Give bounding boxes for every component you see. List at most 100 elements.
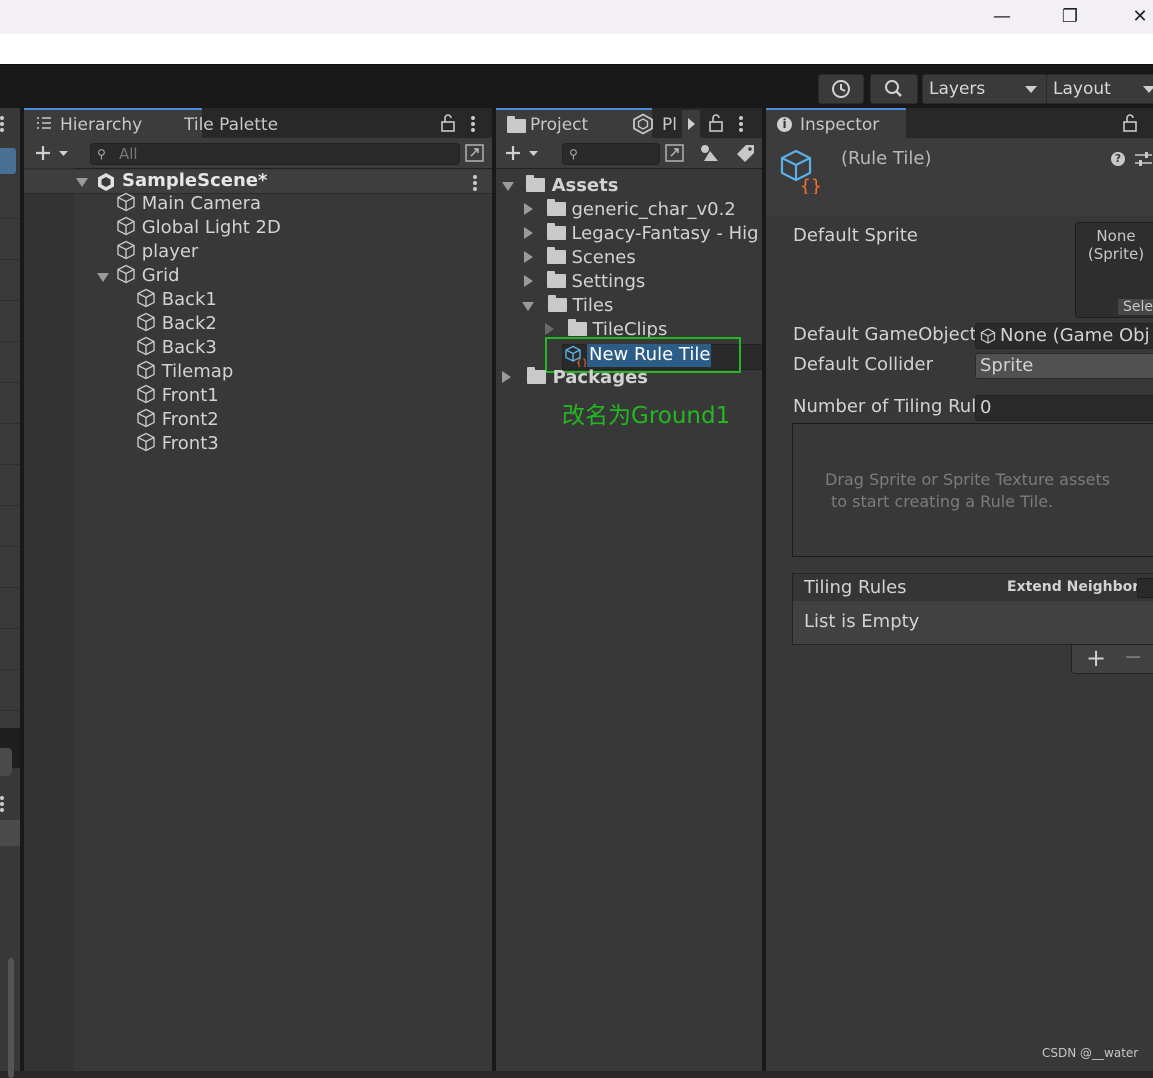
more-icon[interactable] [0,796,4,814]
more-icon[interactable] [739,116,743,134]
main-toolbar: Layers Layout [0,64,1153,109]
tab-tile-palette[interactable]: Tile Palette [184,110,314,138]
default-gameobject-field[interactable]: None (Game Obj [975,323,1153,349]
hierarchy-item-front1[interactable]: Front1 [136,384,219,408]
search-icon: ⚲ [569,147,578,161]
restore-icon[interactable]: ❐ [1052,4,1088,30]
minimize-icon[interactable]: — [984,4,1020,30]
help-icon[interactable]: ? [1111,152,1125,166]
remove-item-button[interactable]: − [1124,645,1142,671]
expand-search-icon[interactable] [465,144,485,162]
tiling-rules-label: Tiling Rules [804,577,907,598]
project-item-legacy-fantasy[interactable]: Legacy-Fantasy - Hig [524,222,759,246]
expand-arrow-icon[interactable] [502,371,511,383]
gameobject-cube-icon [137,360,155,380]
layout-dropdown[interactable]: Layout [1046,74,1153,104]
expand-arrow-icon[interactable] [524,251,533,263]
expand-arrow-icon[interactable] [522,302,534,311]
extend-neighbor-checkbox[interactable] [1137,578,1153,598]
panel-divider[interactable] [20,108,24,1071]
hierarchy-item-main-camera[interactable]: Main Camera [116,192,261,216]
expand-search-icon[interactable] [665,144,685,162]
hierarchy-item-label: Front3 [161,433,219,454]
hierarchy-item-tilemap[interactable]: Tilemap [136,360,233,384]
inspector-body: Default Sprite None (Sprite) Sele Defaul… [766,216,1153,1071]
hierarchy-item-back3[interactable]: Back3 [136,336,217,360]
filter-by-type-icon[interactable] [698,143,720,163]
expand-arrow-icon[interactable] [76,178,88,187]
close-icon[interactable]: ✕ [1122,4,1153,30]
gameobject-cube-icon [137,336,155,356]
folder-open-icon [526,175,546,192]
default-sprite-field[interactable]: None (Sprite) Sele [1075,222,1153,318]
expand-arrow-icon[interactable] [524,275,533,287]
expand-arrow-icon[interactable] [524,203,533,215]
annotation-text: 改名为Ground1 [562,403,731,429]
add-icon[interactable] [34,144,70,162]
lock-icon[interactable] [1123,114,1137,132]
more-icon[interactable] [471,116,475,134]
tiling-count-field[interactable]: 0 [975,395,1153,421]
drop-hint-line1: Drag Sprite or Sprite Texture assets [825,470,1111,489]
panel-divider[interactable] [492,108,496,1071]
add-icon[interactable] [504,144,540,162]
gameobject-cube-icon [117,240,135,260]
scene-control[interactable] [0,748,12,776]
sprite-select-button[interactable]: Sele [1118,299,1153,315]
tiling-count-value: 0 [980,397,992,418]
search-icon: ⚲ [97,147,106,161]
watermark: CSDN @__water [1042,1046,1139,1060]
project-item-tiles[interactable]: Tiles [522,294,613,318]
panel-dropdown[interactable] [0,820,20,846]
project-item-scenes[interactable]: Scenes [524,246,636,270]
filter-by-label-icon[interactable] [736,143,756,163]
expand-arrow-icon[interactable] [524,227,533,239]
project-item-assets[interactable]: Assets [502,174,618,198]
default-gameobject-label: Default GameObject [793,324,977,345]
project-item-packages[interactable]: Packages [502,366,648,390]
project-item-label: Settings [571,271,646,292]
more-icon[interactable] [0,116,4,134]
scene-dropdown[interactable] [0,148,16,174]
panel-divider[interactable] [762,108,766,1071]
hierarchy-item-back2[interactable]: Back2 [136,312,217,336]
add-item-button[interactable]: + [1086,645,1106,671]
hierarchy-item-grid[interactable]: Grid [116,264,180,288]
folder-icon [546,223,566,240]
tab-hierarchy-label: Hierarchy [60,115,143,135]
project-item-generic-char[interactable]: generic_char_v0.2 [524,198,736,222]
gameobject-cube-icon [137,384,155,404]
scrollbar-thumb[interactable] [8,958,14,1078]
project-item-settings[interactable]: Settings [524,270,645,294]
history-button[interactable] [818,74,864,104]
lock-icon[interactable] [441,114,455,132]
hierarchy-search-input[interactable]: ⚲ All [90,143,460,165]
default-collider-dropdown[interactable]: Sprite [975,353,1153,379]
sprite-drop-area[interactable]: Drag Sprite or Sprite Texture assets to … [792,423,1153,557]
hierarchy-item-global-light[interactable]: Global Light 2D [116,216,281,240]
hierarchy-item-label: Front2 [161,409,219,430]
layers-dropdown[interactable]: Layers [922,74,1048,104]
scene-header-row[interactable]: SampleScene* [24,170,492,194]
hierarchy-item-back1[interactable]: Back1 [136,288,217,312]
project-search-input[interactable]: ⚲ [562,143,660,165]
hierarchy-panel: Hierarchy Tile Palette ⚲ All SampleScene… [24,108,492,1071]
tab-scroll-button[interactable] [682,110,700,138]
project-item-label: Assets [551,175,619,196]
scene-view-edge [0,108,20,1078]
more-icon[interactable] [473,175,477,193]
lock-icon[interactable] [709,114,723,132]
package-icon [633,113,653,135]
expand-arrow-icon[interactable] [502,182,514,191]
folder-icon [507,116,526,133]
chevron-down-icon [1025,86,1037,93]
expand-arrow-icon[interactable] [545,323,554,335]
hierarchy-item-player[interactable]: player [116,240,198,264]
expand-arrow-icon[interactable] [97,273,109,282]
presets-icon[interactable] [1134,151,1153,167]
search-button[interactable] [870,74,918,104]
hierarchy-item-label: Back3 [161,337,217,358]
hierarchy-item-front2[interactable]: Front2 [136,408,219,432]
hierarchy-item-front3[interactable]: Front3 [136,432,219,456]
chevron-down-icon [1143,86,1153,93]
